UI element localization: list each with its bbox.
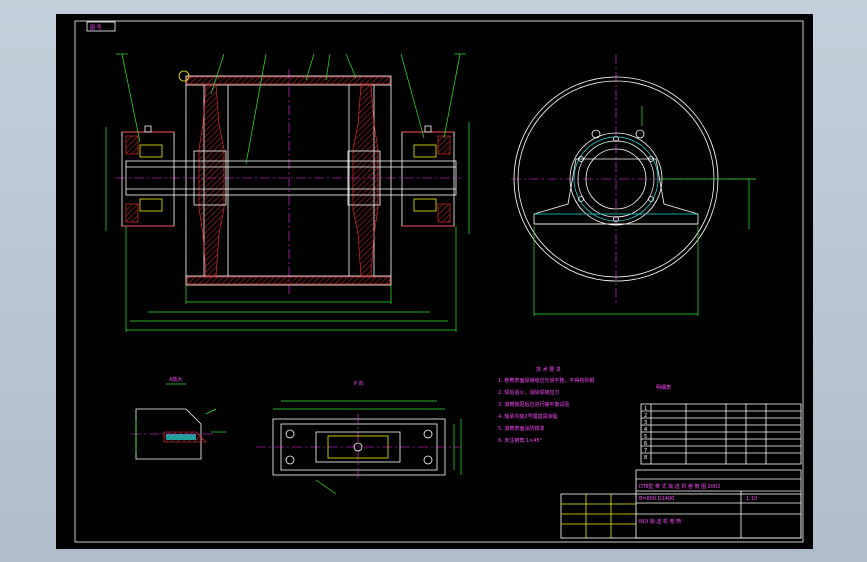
note-6: 6. 未注倒角 1×45° xyxy=(498,437,543,444)
note-3: 3. 滚筒装配后应进行静平衡试验 xyxy=(498,401,569,408)
parts-header: 明细表 xyxy=(656,384,671,391)
note-1: 1. 卷筒表面焊接缝应光滑平整，不得有砂眼 xyxy=(498,377,594,384)
cad-drawing: 图 号 A放大 P 向 技 术 要 求 1. 卷筒表面焊接缝应光滑平整，不得有砂… xyxy=(74,20,804,543)
p-view-label: P 向 xyxy=(354,380,364,387)
svg-text:5: 5 xyxy=(644,434,647,440)
svg-text:2: 2 xyxy=(644,413,647,419)
svg-text:6: 6 xyxy=(644,441,647,447)
title-name: NOI 输 送 机 卷 筒 xyxy=(639,518,681,525)
drawing-sheet[interactable]: 图 号 A放大 P 向 技 术 要 求 1. 卷筒表面焊接缝应光滑平整，不得有砂… xyxy=(56,14,813,549)
technical-notes: 技 术 要 求 1. 卷筒表面焊接缝应光滑平整，不得有砂眼 2. 焊后退火，消除… xyxy=(498,366,594,444)
title-block: DTⅡ型 带 式 输 送 机 卷 筒 图 2002 B=800 D1400 NO… xyxy=(560,469,802,539)
svg-text:8: 8 xyxy=(644,455,647,461)
detail-label: A放大 xyxy=(169,376,182,383)
note-5: 5. 滚筒表面涂防锈漆 xyxy=(498,425,544,432)
parts-list: 明细表 1 2 3 4 5 6 7 8 xyxy=(640,384,802,465)
title-scale: 1:10 xyxy=(746,496,757,502)
note-4: 4. 轴承内装2号锂基润滑脂 xyxy=(498,413,558,420)
notes-header: 技 术 要 求 xyxy=(536,366,561,373)
title-spec: B=800 D1400 xyxy=(639,496,674,502)
svg-text:4: 4 xyxy=(644,427,647,433)
svg-text:1: 1 xyxy=(644,406,647,412)
p-view: P 向 xyxy=(256,380,462,495)
note-2: 2. 焊后退火，消除焊接应力 xyxy=(498,389,559,396)
title-main: DTⅡ型 带 式 输 送 机 卷 筒 图 2002 xyxy=(639,483,720,490)
cad-viewport[interactable]: { "drawing": { "tag": "图 号 ", "view_labe… xyxy=(0,0,867,562)
drawing-tag: 图 号 xyxy=(90,25,102,31)
detail-enlarged: A放大 xyxy=(131,376,226,460)
svg-text:7: 7 xyxy=(644,448,647,454)
pulley-side-view xyxy=(511,54,756,316)
svg-text:3: 3 xyxy=(644,420,647,426)
pulley-front-section xyxy=(105,53,470,332)
